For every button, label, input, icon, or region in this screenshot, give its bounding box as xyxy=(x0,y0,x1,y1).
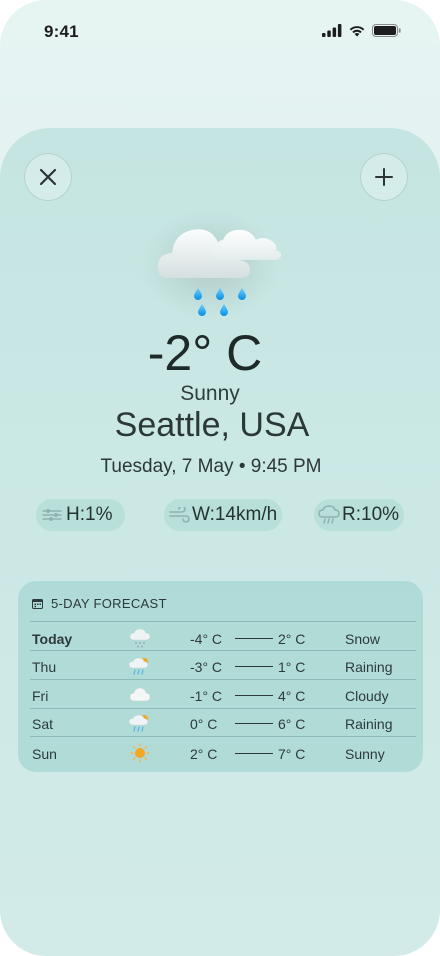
forecast-header: 5-DAY FORECAST xyxy=(32,596,167,611)
plus-icon xyxy=(375,168,393,186)
add-button[interactable] xyxy=(360,153,408,201)
five-day-forecast-card: 5-DAY FORECAST Today -4° C 2° C Snow Thu xyxy=(18,581,423,772)
temperature-range-bar xyxy=(235,638,273,639)
wind-chip: W:14km/h xyxy=(164,499,282,531)
humidity-icon xyxy=(40,503,64,527)
snow-cloud-icon xyxy=(129,628,151,648)
forecast-day: Sun xyxy=(32,746,57,762)
status-icons xyxy=(322,24,402,37)
forecast-day: Sat xyxy=(32,716,54,732)
forecast-high: 4° C xyxy=(278,688,306,704)
humidity-chip: H:1% xyxy=(36,499,125,531)
forecast-condition: Snow xyxy=(345,631,381,647)
forecast-condition: Raining xyxy=(345,659,393,675)
rain-sun-cloud-icon xyxy=(128,714,149,732)
rain-sun-cloud-icon xyxy=(128,657,149,675)
forecast-high: 7° C xyxy=(278,746,306,762)
calendar-icon xyxy=(32,598,43,609)
signal-icon xyxy=(322,24,342,37)
wind-icon xyxy=(168,503,190,527)
wifi-icon xyxy=(349,26,365,37)
forecast-row: Sun 2° C 7° C Sunny xyxy=(18,739,423,767)
status-time: 9:41 xyxy=(44,22,79,41)
temperature-range-bar xyxy=(235,695,273,696)
forecast-low: -1° C xyxy=(190,688,223,704)
forecast-row: Fri -1° C 4° C Cloudy xyxy=(18,681,423,709)
forecast-title: 5-DAY FORECAST xyxy=(51,596,167,611)
forecast-high: 1° C xyxy=(278,659,306,675)
current-datetime: Tuesday, 7 May • 9:45 PM xyxy=(100,456,322,477)
rain-chip: R:10% xyxy=(314,499,404,531)
forecast-day: Today xyxy=(32,631,73,647)
battery-icon xyxy=(372,24,401,37)
cloud-icon xyxy=(129,687,151,702)
rain-cloud-icon xyxy=(140,210,282,320)
status-bar: 9:41 xyxy=(0,0,440,60)
phone-screen: 9:41 -2° C Sunny Seattle, USA Tuesday, 7… xyxy=(0,0,440,956)
forecast-condition: Cloudy xyxy=(345,688,389,704)
forecast-high: 2° C xyxy=(278,631,306,647)
forecast-row: Thu -3° C 1° C Raining xyxy=(18,652,423,680)
wind-value: W:14km/h xyxy=(192,504,278,525)
divider xyxy=(30,736,416,737)
forecast-row: Today -4° C 2° C Snow xyxy=(18,624,423,652)
divider xyxy=(30,650,416,651)
forecast-high: 6° C xyxy=(278,716,306,732)
city-name: Seattle, USA xyxy=(114,406,310,444)
temperature-range-bar xyxy=(235,666,273,667)
sun-icon xyxy=(130,743,150,763)
divider xyxy=(30,621,416,622)
temperature-range-bar xyxy=(235,753,273,754)
divider xyxy=(30,679,416,680)
current-condition: Sunny xyxy=(180,382,240,405)
forecast-low: 0° C xyxy=(190,716,218,732)
forecast-low: 2° C xyxy=(190,746,218,762)
rain-value: R:10% xyxy=(342,504,400,525)
temperature-range-bar xyxy=(235,723,273,724)
current-temperature: -2° C xyxy=(147,325,263,381)
forecast-condition: Sunny xyxy=(345,746,385,762)
forecast-low: -3° C xyxy=(190,659,223,675)
forecast-day: Thu xyxy=(32,659,57,675)
forecast-low: -4° C xyxy=(190,631,223,647)
forecast-day: Fri xyxy=(32,688,49,704)
humidity-value: H:1% xyxy=(66,504,113,525)
forecast-condition: Raining xyxy=(345,716,393,732)
close-button[interactable] xyxy=(24,153,72,201)
forecast-row: Sat 0° C 6° C Raining xyxy=(18,709,423,737)
close-icon xyxy=(39,168,57,186)
rain-chance-icon xyxy=(318,503,340,527)
